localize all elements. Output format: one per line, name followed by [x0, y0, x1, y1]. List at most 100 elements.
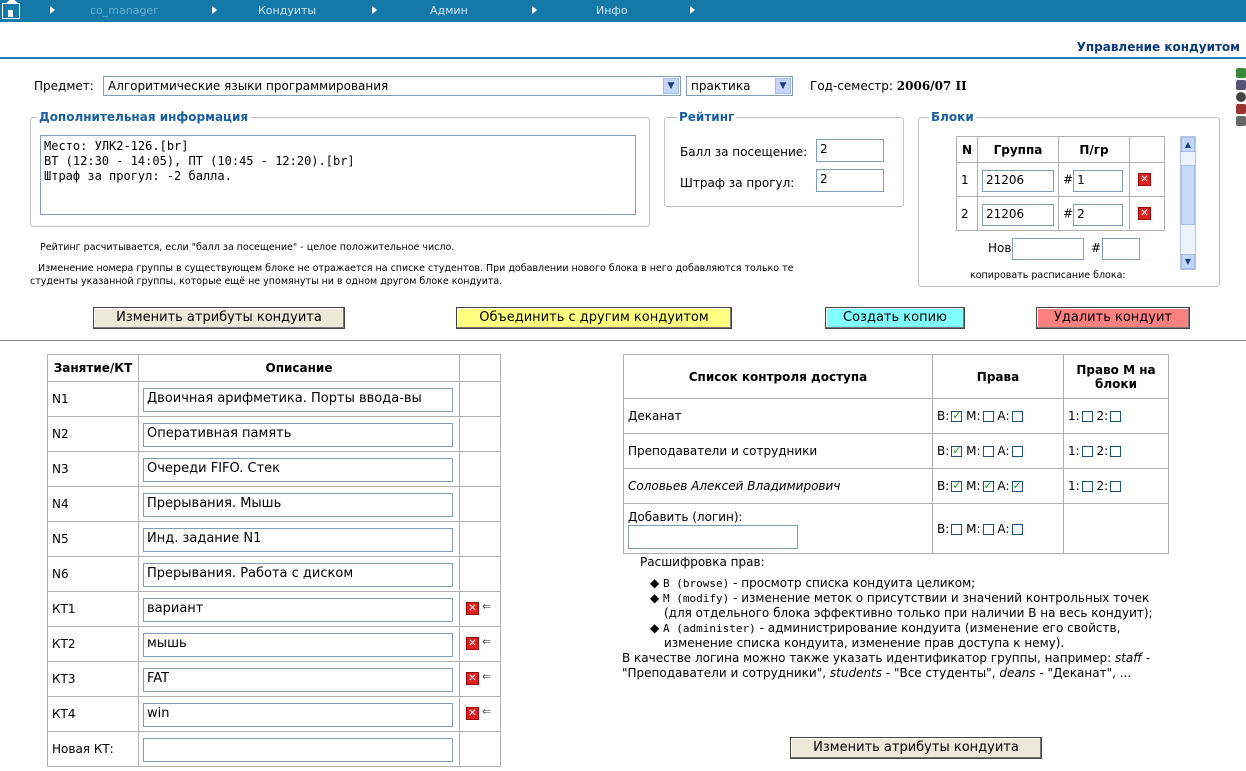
acl-block-rights-cell: 1: 2: [1063, 398, 1169, 434]
penalty-input[interactable]: 2 [816, 169, 884, 192]
a-checkbox[interactable] [1011, 446, 1023, 457]
scroll-up-icon[interactable]: ▲ [1181, 137, 1195, 152]
delete-checkpoint-icon[interactable]: ✕ [466, 707, 479, 720]
new-checkpoint-input[interactable] [143, 738, 453, 762]
block-group-input[interactable]: 21206 [982, 203, 1054, 226]
lesson-desc-input[interactable]: Оперативная память [143, 423, 453, 447]
new-block-sub-input[interactable] [1102, 238, 1140, 260]
a-checkbox[interactable] [1011, 411, 1023, 422]
lesson-desc-input[interactable]: мышь [143, 633, 453, 657]
blocks-row: 1 21206 #1 ✕ [956, 162, 1165, 197]
acl-row: Преподаватели и сотрудники В: М: А: 1: 2… [623, 433, 1169, 469]
m-checkbox[interactable] [982, 479, 994, 492]
type-select[interactable]: практика ▼ [686, 76, 793, 96]
lesson-id: КТ1 [47, 591, 139, 627]
move-checkpoint-icon[interactable]: ⇐ [482, 705, 491, 718]
lesson-desc-input[interactable]: Двоичная арифметика. Порты ввода-вы [143, 388, 453, 412]
block-1-checkbox[interactable] [1081, 446, 1093, 457]
block-sub-cell: #1 [1058, 162, 1130, 197]
lesson-id: КТ4 [47, 696, 139, 732]
blocks-table: N Группа П/гр 1 21206 #1 ✕ 2 21206 #2 ✕ [956, 136, 1165, 231]
lesson-row: N1 Двоичная арифметика. Порты ввода-вы [47, 381, 501, 417]
export-icon[interactable] [1236, 68, 1246, 78]
m-checkbox[interactable] [982, 523, 994, 535]
extra-info-textarea[interactable]: Место: УЛК2-126.[br] ВТ (12:30 - 14:05),… [40, 135, 636, 215]
b-label: В: [937, 521, 950, 536]
nav-item-user[interactable]: co_manager [90, 4, 158, 17]
nav-item-conduits[interactable]: Кондуиты [258, 4, 316, 17]
lesson-desc-input[interactable]: вариант [143, 598, 453, 622]
lesson-desc-cell: FAT [138, 661, 460, 697]
right-a-text-2: изменение списка кондуита, изменение пра… [664, 636, 1065, 650]
delete-checkpoint-icon[interactable]: ✕ [466, 602, 479, 615]
move-checkpoint-icon[interactable]: ⇐ [482, 600, 491, 613]
a-checkbox[interactable] [1011, 523, 1023, 535]
lesson-id: N6 [47, 556, 139, 592]
nav-item-admin[interactable]: Админ [430, 4, 468, 17]
delete-checkpoint-icon[interactable]: ✕ [466, 672, 479, 685]
acl-rights-cell: В: М: А: [932, 398, 1064, 434]
m-checkbox[interactable] [982, 411, 994, 422]
b-checkbox[interactable] [951, 444, 963, 457]
home-icon[interactable] [2, 0, 20, 19]
blocks-scroll-area: N Группа П/гр 1 21206 #1 ✕ 2 21206 #2 ✕ … [928, 132, 1190, 282]
merge-button[interactable]: Объединить с другим кондуитом [456, 307, 732, 329]
link-icon[interactable] [1236, 80, 1246, 90]
change-attributes-button-bottom[interactable]: Изменить атрибуты кондуита [790, 737, 1042, 759]
block-2-checkbox[interactable] [1110, 411, 1122, 422]
chevron-down-icon: ▼ [775, 78, 791, 94]
nav-arrow-icon [690, 6, 695, 14]
subject-select[interactable]: Алгоритмические языки программирования ▼ [103, 76, 681, 96]
page-title: Управление кондуитом [1076, 40, 1240, 54]
block-1-checkbox[interactable] [1081, 411, 1093, 422]
lesson-desc-input[interactable]: Прерывания. Работа с диском [143, 563, 453, 587]
lesson-desc-cell: Прерывания. Работа с диском [138, 556, 460, 592]
b-checkbox[interactable] [951, 523, 963, 535]
move-checkpoint-icon[interactable]: ⇐ [482, 635, 491, 648]
block-1-label: 1: [1068, 409, 1080, 423]
b-checkbox[interactable] [951, 479, 963, 492]
type-select-value: практика [691, 79, 751, 93]
change-attributes-button[interactable]: Изменить атрибуты кондуита [93, 307, 345, 329]
lesson-desc-input[interactable]: Прерывания. Мышь [143, 493, 453, 517]
lesson-desc-input[interactable]: FAT [143, 668, 453, 692]
lesson-desc-input[interactable]: Инд. задание N1 [143, 528, 453, 552]
blocks-scrollbar[interactable]: ▲ ▼ [1180, 136, 1196, 270]
blocks-row: 2 21206 #2 ✕ [956, 196, 1165, 231]
delete-checkpoint-icon[interactable]: ✕ [466, 637, 479, 650]
scroll-thumb[interactable] [1181, 165, 1195, 225]
block-2-checkbox[interactable] [1110, 446, 1122, 457]
group-note-1: Изменение номера группы в существующем б… [38, 263, 794, 274]
settings-icon[interactable] [1236, 116, 1246, 126]
block-sub-input[interactable]: 2 [1073, 203, 1124, 226]
acl-block-rights-cell: 1: 2: [1063, 468, 1169, 504]
a-checkbox[interactable] [1011, 479, 1023, 492]
a-label: А: [997, 409, 1010, 423]
b-checkbox[interactable] [951, 409, 963, 422]
delete-block-icon[interactable]: ✕ [1138, 206, 1151, 220]
block-group-input[interactable]: 21206 [982, 169, 1054, 192]
nav-item-info[interactable]: Инфо [596, 4, 628, 17]
block-1-checkbox[interactable] [1081, 481, 1093, 492]
lesson-desc-input[interactable]: win [143, 703, 453, 727]
lesson-desc-cell: Оперативная память [138, 416, 460, 452]
delete-conduit-button[interactable]: Удалить кондуит [1036, 307, 1190, 329]
lesson-id: КТ3 [47, 661, 139, 697]
lesson-actions-cell: ✕ ⇐ [459, 591, 501, 627]
m-checkbox[interactable] [982, 446, 994, 457]
login-hint: В качестве логина можно также указать ид… [622, 651, 1222, 681]
create-copy-button[interactable]: Создать копию [825, 307, 965, 329]
visit-score-input[interactable]: 2 [816, 139, 884, 162]
block-sub-input[interactable]: 1 [1073, 169, 1124, 192]
block-2-checkbox[interactable] [1110, 481, 1122, 492]
move-checkpoint-icon[interactable]: ⇐ [482, 670, 491, 683]
rights-legend-list: ◆ B (browse) - просмотр списка кондуита … [650, 576, 1153, 651]
add-login-input[interactable] [628, 524, 798, 549]
scroll-down-icon[interactable]: ▼ [1181, 254, 1195, 269]
clock-icon[interactable] [1236, 92, 1246, 102]
lesson-desc-input[interactable]: Очереди FIFO. Стек [143, 458, 453, 482]
print-icon[interactable] [1236, 104, 1246, 114]
nav-arrow-icon [212, 6, 217, 14]
new-block-group-input[interactable] [1012, 238, 1084, 260]
delete-block-icon[interactable]: ✕ [1138, 172, 1151, 186]
